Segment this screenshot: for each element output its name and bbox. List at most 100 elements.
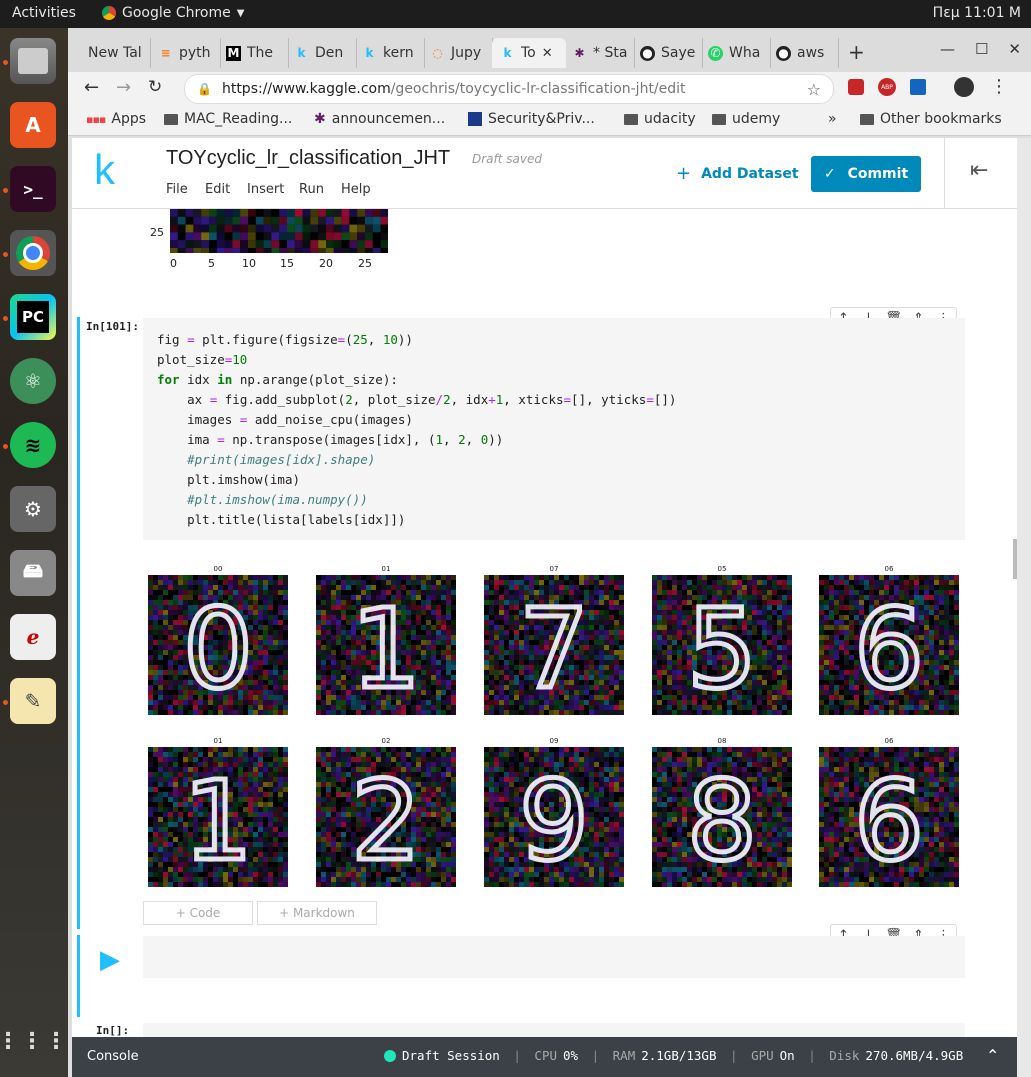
- settings-icon[interactable]: ⚙: [10, 486, 56, 532]
- other-bookmarks[interactable]: Other bookmarks: [860, 111, 1002, 127]
- kaggle-icon: k: [503, 46, 512, 60]
- console-toggle[interactable]: Console: [87, 1049, 139, 1064]
- gpu-value[interactable]: On: [780, 1048, 795, 1063]
- menu-help[interactable]: Help: [341, 182, 371, 197]
- x-tick: 5: [208, 257, 215, 270]
- chrome-icon[interactable]: [10, 230, 56, 276]
- code-line: #plt.imshow(ima.numpy()): [187, 492, 368, 507]
- app-menu[interactable]: Google Chrome ▼: [102, 5, 244, 21]
- menu-insert[interactable]: Insert: [247, 182, 284, 197]
- kaggle-page: k TOYcyclic_lr_classification_JHT Draft …: [72, 138, 1017, 1037]
- subplot-title: 09: [549, 737, 559, 745]
- subplot-title: 07: [549, 565, 559, 573]
- session-status-dot: [384, 1049, 396, 1062]
- terminal-icon[interactable]: >_: [10, 166, 56, 212]
- tab-6-active[interactable]: k To ✕: [492, 38, 566, 68]
- clock[interactable]: Πεμ 11:01 Μ: [933, 5, 1021, 21]
- code-line: fig = plt.figure(figsize=(25, 10)): [157, 332, 413, 347]
- output-figure: 00 0 01 1 07 7 05 5 06 6 01 1 02 2 09 9 08 8 06 6: [148, 561, 968, 891]
- back-icon[interactable]: ←: [84, 77, 99, 98]
- commit-button[interactable]: ✓ Commit: [811, 156, 921, 192]
- close-icon[interactable]: ✕: [542, 46, 553, 61]
- document-viewer-icon[interactable]: ℯ: [10, 614, 56, 660]
- noise-image: 0: [148, 575, 288, 715]
- star-icon[interactable]: ☆: [807, 80, 821, 99]
- bookmark-folder[interactable]: udacity: [624, 111, 696, 127]
- tab-0[interactable]: New Tal: [80, 38, 151, 68]
- digit-glyph: 0: [183, 585, 253, 713]
- atom-icon[interactable]: ⚛: [10, 358, 56, 404]
- code-editor[interactable]: fig = plt.figure(figsize=(25, 10)) plot_s…: [143, 318, 965, 540]
- bookmark-apps[interactable]: ▪▪▪ Apps: [86, 111, 146, 127]
- next-code-editor[interactable]: [143, 1023, 965, 1037]
- bookmark-folder[interactable]: Security&Priv...: [468, 111, 595, 127]
- folder-icon: [164, 113, 178, 125]
- bookmark-slack[interactable]: ✱ announcemen...: [314, 111, 445, 127]
- chevron-up-icon[interactable]: ⌃: [986, 1046, 999, 1065]
- code-line: images = add_noise_cpu(images): [187, 412, 413, 427]
- forward-icon[interactable]: →: [116, 77, 131, 98]
- add-code-button[interactable]: + Code: [143, 901, 253, 925]
- profile-avatar[interactable]: [954, 77, 974, 97]
- subplot-title: 05: [717, 565, 727, 573]
- chrome-icon: [102, 6, 116, 20]
- bookmark-folder[interactable]: udemy: [712, 111, 780, 127]
- bookmark-folder[interactable]: MAC_Reading...: [164, 111, 292, 127]
- draft-status: Draft saved: [472, 152, 542, 166]
- add-markdown-button[interactable]: + Markdown: [257, 901, 377, 925]
- activities-button[interactable]: Activities: [12, 5, 76, 21]
- menu-edit[interactable]: Edit: [205, 182, 230, 197]
- add-dataset-button[interactable]: + Add Dataset: [676, 163, 799, 184]
- subplot-title: 01: [381, 565, 391, 573]
- pycharm-icon[interactable]: PC: [10, 294, 56, 340]
- add-dataset-label: Add Dataset: [701, 165, 799, 182]
- tab-label: pyth: [179, 45, 211, 61]
- bookmarks-overflow[interactable]: »: [828, 111, 837, 127]
- kaggle-logo[interactable]: k: [94, 146, 115, 194]
- tab-10[interactable]: ● aws: [768, 38, 839, 68]
- tab-8[interactable]: ● Saye: [632, 38, 703, 68]
- text-editor-icon[interactable]: ✎: [10, 678, 56, 724]
- tab-3[interactable]: k Den: [286, 38, 357, 68]
- menu-icon[interactable]: ⋮: [990, 76, 1008, 97]
- tab-9[interactable]: ✆ Wha: [700, 38, 771, 68]
- address-bar[interactable]: 🔒 https://www.kaggle.com/geochris/toycyc…: [184, 74, 834, 104]
- maximize-icon[interactable]: ☐: [975, 40, 988, 58]
- files-icon[interactable]: [10, 38, 56, 84]
- tab-5[interactable]: ◌ Jupy: [422, 38, 493, 68]
- code-line: plt.title(lista[labels[idx]]): [187, 512, 406, 527]
- adblock-icon[interactable]: ABP: [878, 78, 896, 96]
- spotify-icon[interactable]: ≋: [10, 422, 56, 468]
- cell-selected-indicator: [77, 935, 80, 1017]
- code-line: plt.imshow(ima): [187, 472, 301, 487]
- noise-image: 7: [484, 575, 624, 715]
- whatsapp-icon: ✆: [708, 45, 723, 61]
- collapse-sidebar-icon[interactable]: ⇤: [970, 158, 988, 183]
- tab-1[interactable]: ≡ pyth: [150, 38, 221, 68]
- tab-label: Den: [315, 45, 344, 61]
- extension-icon[interactable]: [910, 79, 926, 95]
- close-window-icon[interactable]: ✕: [1008, 40, 1021, 58]
- overflow-label: »: [828, 111, 837, 127]
- tab-label: Wha: [729, 45, 761, 61]
- empty-code-editor[interactable]: [143, 936, 965, 978]
- tab-4[interactable]: k kern: [354, 38, 425, 68]
- session-label[interactable]: Draft Session: [402, 1048, 500, 1063]
- menu-file[interactable]: File: [166, 182, 188, 197]
- tab-7[interactable]: ✱ * Sta: [564, 38, 635, 68]
- show-apps-icon[interactable]: ⋮⋮⋮: [0, 1018, 67, 1064]
- tab-2[interactable]: M The: [218, 38, 289, 68]
- extension-icon[interactable]: [848, 79, 864, 95]
- new-tab-button[interactable]: +: [848, 40, 865, 64]
- bookmark-label: udacity: [644, 111, 696, 127]
- menu-run[interactable]: Run: [299, 182, 324, 197]
- notebook-title[interactable]: TOYcyclic_lr_classification_JHT: [166, 147, 450, 170]
- minimize-icon[interactable]: —: [940, 40, 955, 58]
- x-ticks: 0 5 10 15 20 25: [168, 257, 398, 271]
- run-cell-icon[interactable]: ▶: [100, 945, 120, 975]
- next-cell-prompt: In[]:: [96, 1024, 130, 1037]
- software-center-icon[interactable]: A: [10, 102, 56, 148]
- disk-utility-icon[interactable]: 🖴: [10, 550, 56, 596]
- reload-icon[interactable]: ↻: [148, 77, 162, 97]
- kaggle-status-bar: Console Draft Session | CPU 0% | RAM 2.1…: [72, 1037, 1017, 1077]
